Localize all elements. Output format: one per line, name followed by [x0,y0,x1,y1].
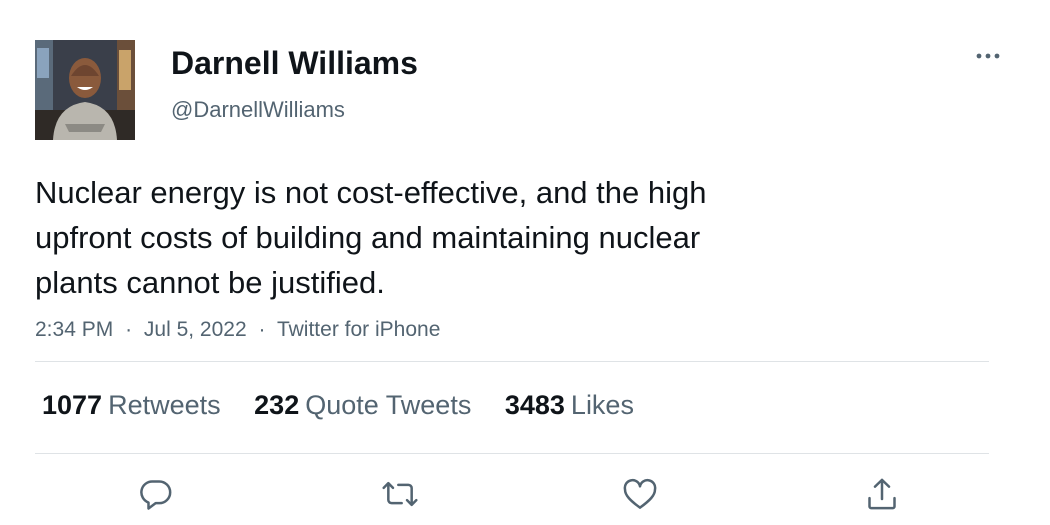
more-horizontal-icon [976,53,1000,59]
retweets-stat[interactable]: 1077 Retweets [42,388,221,422]
avatar-photo [35,40,135,140]
tweet-date[interactable]: Jul 5, 2022 [144,318,247,341]
retweets-count: 1077 [42,390,103,420]
separator: · [125,318,133,341]
separator: · [258,318,266,341]
quote-tweets-count: 232 [254,390,300,420]
quote-tweets-stat[interactable]: 232 Quote Tweets [254,388,471,422]
more-options-button[interactable] [970,44,1006,68]
likes-count: 3483 [504,390,565,420]
tweet-text-line: Nuclear energy is not cost-effective, an… [35,175,707,210]
share-icon [868,478,896,510]
tweet-source[interactable]: Twitter for iPhone [277,318,440,341]
avatar[interactable] [35,40,135,140]
engagement-stats: 1077 Retweets 232 Quote Tweets 3483 Likes [42,388,660,422]
user-handle[interactable]: @DarnellWilliams [171,96,345,124]
reply-icon [140,480,172,510]
retweet-icon [382,481,418,507]
tweet-card: Darnell Williams @DarnellWilliams Nuclea… [0,0,1050,525]
tweet-text: Nuclear energy is not cost-effective, an… [35,170,835,305]
likes-stat[interactable]: 3483 Likes [505,388,634,422]
tweet-text-line: upfront costs of building and maintainin… [35,220,701,255]
divider [35,361,989,362]
divider [35,453,989,454]
display-name[interactable]: Darnell Williams [171,44,418,82]
heart-icon [623,478,657,509]
tweet-metadata: 2:34 PM · Jul 5, 2022 · Twitter for iPho… [35,316,440,344]
tweet-time[interactable]: 2:34 PM [35,318,113,341]
tweet-text-line: plants cannot be justified. [35,265,385,300]
retweets-label: Retweets [108,390,221,420]
quote-tweets-label: Quote Tweets [305,390,472,420]
like-button[interactable] [620,474,660,514]
likes-label: Likes [570,390,634,420]
reply-button[interactable] [136,474,176,514]
share-button[interactable] [862,474,902,514]
retweet-button[interactable] [380,474,420,514]
